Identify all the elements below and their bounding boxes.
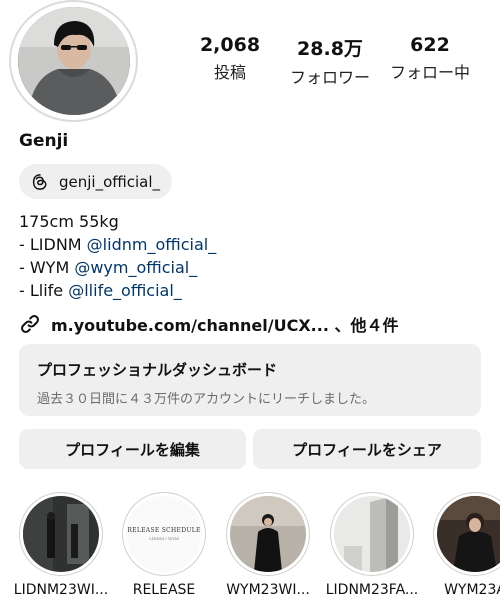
edit-profile-button[interactable]: プロフィールを編集 bbox=[19, 429, 246, 469]
stat-following[interactable]: 622 フォロー中 bbox=[380, 34, 480, 88]
highlight-item[interactable]: RELEASE SCHEDULE LIDNM / WYM RELEASE bbox=[121, 492, 207, 598]
mention-link-llife[interactable]: @llife_official_ bbox=[68, 281, 182, 300]
external-link[interactable]: m.youtube.com/channel/UCX... 、他４件 bbox=[19, 312, 399, 336]
stat-posts[interactable]: 2,068 投稿 bbox=[180, 34, 280, 88]
stat-followers-label: フォロワー bbox=[289, 68, 370, 87]
highlight-cover bbox=[230, 496, 306, 572]
profile-name: Genji bbox=[19, 131, 69, 151]
bio-line: - Llife @llife_official_ bbox=[19, 279, 216, 302]
professional-dashboard-card[interactable]: プロフェッショナルダッシュボード 過去３０日間に４３万件のアカウントにリーチしま… bbox=[19, 344, 481, 416]
dashboard-title: プロフェッショナルダッシュボード bbox=[37, 361, 278, 379]
stat-following-label: フォロー中 bbox=[389, 63, 470, 82]
highlight-ring: RELEASE SCHEDULE LIDNM / WYM bbox=[122, 492, 206, 576]
highlight-item[interactable]: LIDNM23FA... bbox=[326, 492, 418, 598]
avatar[interactable] bbox=[17, 7, 130, 115]
dashboard-subtitle: 過去３０日間に４３万件のアカウントにリーチしました。 bbox=[37, 392, 376, 407]
bio-line: - WYM @wym_official_ bbox=[19, 256, 216, 279]
threads-handle: genji_official_ bbox=[59, 172, 161, 191]
stat-posts-value: 2,068 bbox=[199, 34, 261, 56]
bio-text: - Llife bbox=[19, 281, 69, 300]
mention-link-wym[interactable]: @wym_official_ bbox=[74, 258, 197, 277]
share-profile-button[interactable]: プロフィールをシェア bbox=[253, 429, 481, 469]
threads-icon bbox=[31, 173, 49, 191]
highlight-ring bbox=[433, 492, 500, 576]
highlight-label: WYM23A bbox=[444, 582, 500, 598]
highlight-ring bbox=[226, 492, 310, 576]
highlight-label: LIDNM23FA... bbox=[325, 582, 419, 598]
highlight-ring bbox=[330, 492, 414, 576]
highlight-cover bbox=[23, 496, 99, 572]
highlight-cover-subtitle: LIDNM / WYM bbox=[149, 536, 179, 541]
highlight-label: LIDNM23WI... bbox=[13, 582, 109, 598]
stat-followers[interactable]: 28.8万 フォロワー bbox=[280, 34, 380, 88]
highlight-cover bbox=[334, 496, 410, 572]
external-link-text: m.youtube.com/channel/UCX... 、他４件 bbox=[51, 316, 399, 335]
highlight-item[interactable]: WYM23WI... bbox=[225, 492, 311, 598]
bio-text: - LIDNM bbox=[19, 235, 87, 254]
threads-badge-button[interactable]: genji_official_ bbox=[19, 164, 172, 199]
highlight-cover: RELEASE SCHEDULE LIDNM / WYM bbox=[126, 496, 202, 572]
highlight-item[interactable]: WYM23A bbox=[432, 492, 500, 598]
stat-followers-value: 28.8万 bbox=[297, 38, 363, 60]
profile-stats: 2,068 投稿 28.8万 フォロワー 622 フォロー中 bbox=[180, 34, 480, 88]
story-highlights: LIDNM23WI... RELEASE SCHEDULE LIDNM / WY… bbox=[0, 492, 500, 600]
stat-following-value: 622 bbox=[410, 34, 450, 56]
highlight-ring bbox=[19, 492, 103, 576]
stat-posts-label: 投稿 bbox=[213, 63, 246, 82]
highlight-cover-title: RELEASE SCHEDULE bbox=[127, 527, 201, 534]
highlight-item[interactable]: LIDNM23WI... bbox=[14, 492, 108, 598]
bio-line: - LIDNM @lidnm_official_ bbox=[19, 233, 216, 256]
highlight-label: RELEASE bbox=[132, 582, 196, 598]
bio-line: 175cm 55kg bbox=[19, 212, 119, 231]
profile-avatar-ring[interactable] bbox=[9, 0, 138, 122]
highlight-label: WYM23WI... bbox=[226, 582, 310, 598]
bio-text: - WYM bbox=[19, 258, 75, 277]
profile-bio: 175cm 55kg - LIDNM @lidnm_official_ - WY… bbox=[19, 210, 216, 302]
link-icon bbox=[19, 313, 41, 335]
mention-link-lidnm[interactable]: @lidnm_official_ bbox=[87, 235, 217, 254]
highlight-cover bbox=[437, 496, 500, 572]
